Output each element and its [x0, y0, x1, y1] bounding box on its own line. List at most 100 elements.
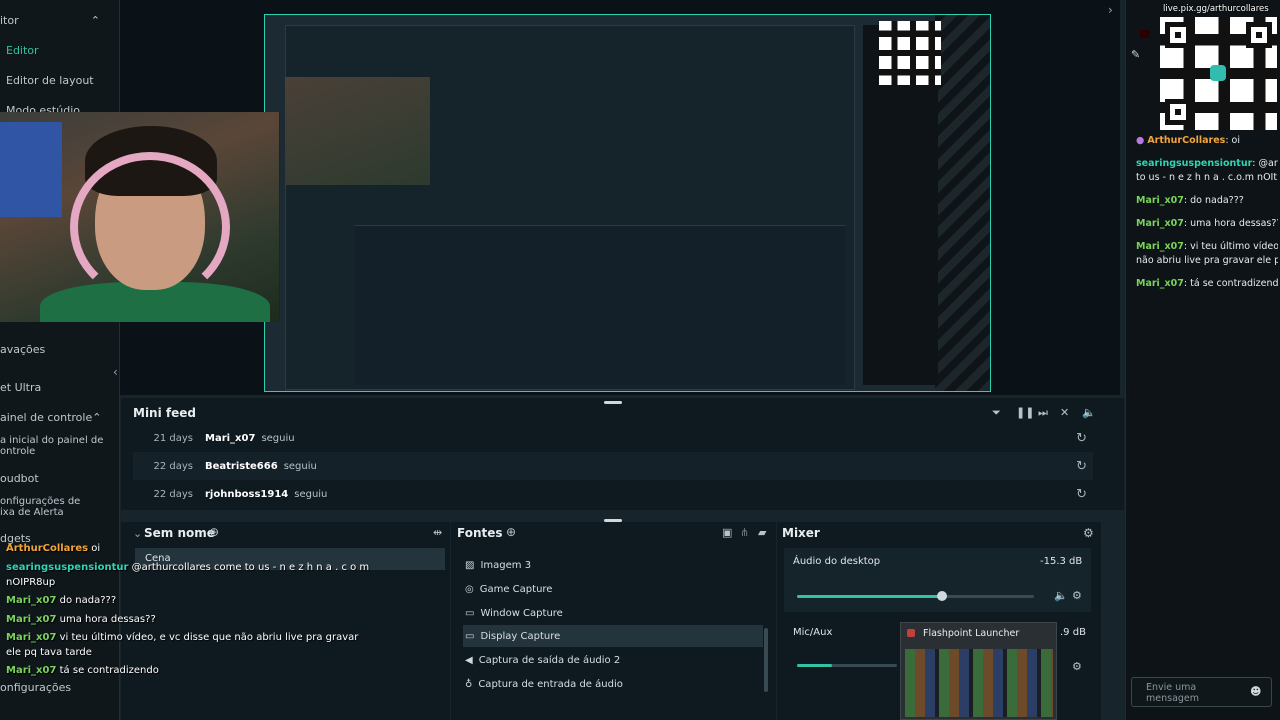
- chat-message: searingsuspensiontur: @arthur: [1136, 158, 1278, 169]
- pix-logo-icon: [1210, 65, 1226, 81]
- nested-webcam: [285, 77, 430, 185]
- source-label: Game Capture: [479, 583, 553, 595]
- chat-input-placeholder: Envie uma mensagem: [1146, 682, 1200, 704]
- chat-message: não abriu live pra gravar ele pq: [1136, 255, 1278, 266]
- chevron-up-icon: ⌃: [90, 14, 100, 27]
- chat-message: Mari_x07: uma hora dessas??: [1136, 218, 1278, 229]
- feed-user[interactable]: Beatriste666: [205, 461, 278, 472]
- feed-days: 22 days: [153, 488, 193, 500]
- add-source-icon[interactable]: ⊕: [506, 525, 516, 539]
- filter-icon[interactable]: ⏷: [992, 406, 1001, 420]
- chat-message: ● ArthurCollares: oi: [1136, 135, 1241, 146]
- filters-icon[interactable]: ⋔: [740, 526, 749, 539]
- skip-icon[interactable]: ⏭: [1038, 406, 1048, 420]
- feed-days: 22 days: [153, 460, 193, 472]
- chat-message: nOIPR8up: [6, 577, 56, 588]
- sidebar-item-layout-editor[interactable]: Editor de layout: [6, 74, 94, 87]
- chat-message: ArthurCollares oi: [6, 543, 101, 554]
- sidebar-item-settings[interactable]: onfigurações: [0, 681, 71, 694]
- chevron-up-icon: ⌃: [92, 411, 102, 424]
- channel-name: Mic/Aux: [793, 627, 833, 638]
- source-item-audio-input[interactable]: ♁ Captura de entrada de áudio: [463, 673, 763, 695]
- sidebar-item-editor[interactable]: Editor: [6, 44, 39, 57]
- table-row: 21 days Mari_x07 seguiu ↻: [133, 424, 1093, 452]
- mini-feed-title: Mini feed: [133, 406, 196, 420]
- webcam-overlay: [0, 112, 280, 322]
- sources-scrollbar[interactable]: [764, 628, 768, 692]
- replay-icon[interactable]: ↻: [1076, 459, 1087, 474]
- qr-finder: [1246, 22, 1272, 48]
- chat-message: Mari_x07 uma hora dessas??: [6, 614, 156, 625]
- source-item-game-capture[interactable]: ◎ Game Capture: [463, 578, 763, 600]
- microphone-icon: ♁: [465, 678, 473, 690]
- mixer-title: Mixer: [782, 526, 820, 540]
- replay-icon[interactable]: ↻: [1076, 487, 1087, 502]
- sidebar-section-editor[interactable]: itor ⌃: [0, 14, 100, 27]
- source-settings-icon[interactable]: ▣: [722, 526, 732, 539]
- popup-title: Flashpoint Launcher: [923, 628, 1020, 639]
- source-item-image[interactable]: ▨ Imagem 3: [463, 554, 763, 576]
- mute-alerts-icon[interactable]: ✕: [1060, 406, 1069, 419]
- chat-message: Mari_x07: do nada???: [1136, 195, 1244, 206]
- chat-message: Mari_x07 tá se contradizendo: [6, 665, 159, 676]
- edit-icon[interactable]: ✎: [1131, 48, 1140, 61]
- source-label: Window Capture: [480, 607, 563, 619]
- gear-icon[interactable]: ⚙: [1083, 526, 1094, 540]
- volume-icon[interactable]: 🔈: [1054, 589, 1068, 602]
- source-label: Imagem 3: [480, 559, 532, 571]
- volume-icon[interactable]: 🔈: [1082, 406, 1096, 419]
- sidebar-section-dashboard[interactable]: ainel de controle ⌃: [0, 411, 102, 424]
- transition-icon[interactable]: ⇹: [433, 526, 442, 539]
- live-indicator: [1140, 30, 1150, 38]
- sidebar-item-label: ainel de controle: [0, 411, 93, 424]
- window-icon: ▭: [465, 607, 475, 619]
- sources-title: Fontes: [457, 526, 503, 540]
- speaker-icon: ◀: [465, 654, 473, 666]
- collapse-sidebar-icon[interactable]: ‹: [113, 365, 118, 379]
- add-scene-collection-icon[interactable]: ⊕: [209, 525, 219, 539]
- replay-icon[interactable]: ↻: [1076, 431, 1087, 446]
- source-item-audio-output[interactable]: ◀ Captura de saída de áudio 2: [463, 649, 763, 671]
- volume-slider-knob[interactable]: [936, 591, 947, 601]
- feed-days: 21 days: [153, 432, 193, 444]
- resize-handle[interactable]: [604, 401, 622, 404]
- sidebar-item-label: itor: [0, 14, 19, 27]
- nested-qr-code: [879, 21, 941, 85]
- pause-icon[interactable]: ❚❚: [1016, 406, 1034, 419]
- sidebar-item-dashboard-home[interactable]: a inicial do painel de ontrole: [0, 435, 103, 457]
- emoji-icon[interactable]: ☻: [1250, 685, 1261, 698]
- feed-action: seguiu: [261, 432, 295, 444]
- feed-action: seguiu: [294, 488, 328, 500]
- expand-chat-icon[interactable]: ›: [1108, 3, 1113, 17]
- feed-user[interactable]: Mari_x07: [205, 433, 255, 444]
- sidebar-item-ultra[interactable]: et Ultra: [0, 381, 41, 394]
- feed-action: seguiu: [283, 460, 317, 472]
- gear-icon[interactable]: ⚙: [1072, 660, 1082, 673]
- sidebar-item-recordings[interactable]: avações: [0, 343, 45, 356]
- chat-message: searingsuspensiontur @arthurcollares com…: [6, 562, 370, 573]
- source-item-window-capture[interactable]: ▭ Window Capture: [463, 602, 763, 624]
- scene-collection-title[interactable]: Sem nome: [144, 526, 215, 540]
- feed-user[interactable]: rjohnboss1914: [205, 489, 288, 500]
- table-row: 22 days rjohnboss1914 seguiu ↻: [133, 480, 1093, 508]
- monitor-icon: ▭: [465, 630, 475, 642]
- chevron-down-icon[interactable]: ⌄: [133, 527, 142, 540]
- add-folder-icon[interactable]: ▰: [758, 526, 766, 539]
- channel-db: -15.3 dB: [1040, 556, 1083, 567]
- volume-slider-fill: [797, 664, 832, 667]
- image-icon: ▨: [465, 559, 475, 571]
- volume-slider-fill: [797, 595, 942, 598]
- stripe-border-decoration: [935, 15, 990, 391]
- source-item-display-capture[interactable]: ▭ Display Capture: [463, 625, 763, 647]
- chat-input[interactable]: Envie uma mensagem ☻: [1131, 677, 1272, 707]
- qr-finder: [1165, 99, 1191, 125]
- chat-message: ele pq tava tarde: [6, 647, 92, 658]
- sidebar-item-alert-settings[interactable]: onfigurações de ixa de Alerta: [0, 496, 80, 518]
- taskbar-preview-popup[interactable]: Flashpoint Launcher: [900, 622, 1057, 720]
- qr-finder: [1165, 22, 1191, 48]
- chat-message: to us - n e z h n a . c.o.m nOItP: [1136, 172, 1278, 183]
- preview-canvas[interactable]: [264, 14, 991, 392]
- gear-icon[interactable]: ⚙: [1072, 589, 1082, 602]
- sidebar-item-cloudbot[interactable]: oudbot: [0, 472, 39, 485]
- pix-label: live.pix.gg/arthurcollares: [1163, 4, 1269, 14]
